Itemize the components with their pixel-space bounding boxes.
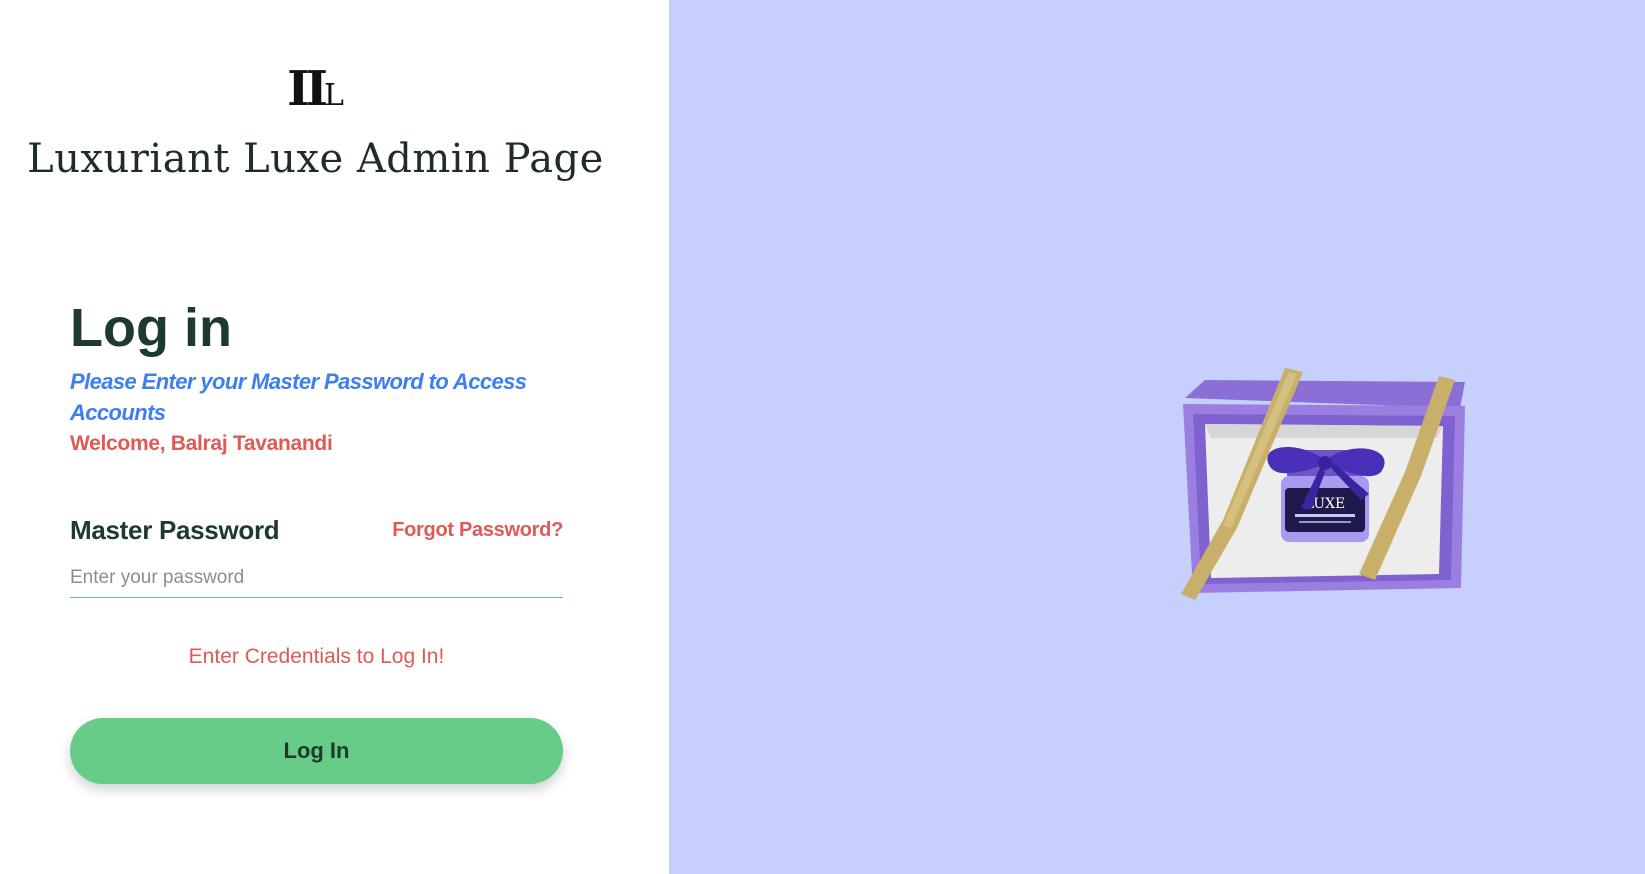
welcome-message: Welcome, Balraj Tavanandi (70, 432, 333, 455)
login-panel: IIL Luxuriant Luxe Admin Page Log in Ple… (0, 0, 669, 874)
jar-label-line-1 (1295, 514, 1355, 517)
password-label: Master Password (70, 515, 280, 545)
brand-logo-mark: II (287, 61, 328, 117)
login-button[interactable]: Log In (70, 718, 563, 784)
jar-label-line-2 (1299, 521, 1351, 523)
brand-header: IIL Luxuriant Luxe Admin Page (0, 64, 631, 183)
password-field-header: Master Password Forgot Password? (70, 513, 563, 547)
purple-bow-knot (1318, 456, 1332, 470)
login-page: IIL Luxuriant Luxe Admin Page Log in Ple… (0, 0, 1645, 874)
login-subtitle: Please Enter your Master Password to Acc… (70, 369, 527, 425)
foam-shadow (1205, 424, 1443, 438)
page-title: Luxuriant Luxe Admin Page (27, 136, 604, 182)
brand-logo: IIL (287, 64, 344, 121)
login-heading: Log in (70, 298, 232, 358)
password-input[interactable] (70, 558, 563, 598)
product-gift-box-image: LUXE (1181, 368, 1465, 600)
hero-panel (669, 0, 1645, 874)
login-intro: Log in Please Enter your Master Password… (70, 296, 563, 459)
forgot-password-link[interactable]: Forgot Password? (392, 515, 563, 545)
status-message: Enter Credentials to Log In! (188, 645, 445, 668)
box-lid-back (1185, 380, 1465, 408)
brand-logo-l: L (323, 78, 344, 113)
